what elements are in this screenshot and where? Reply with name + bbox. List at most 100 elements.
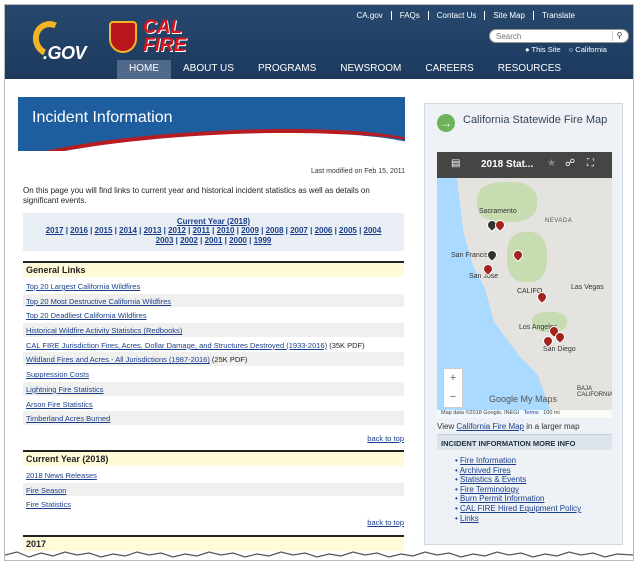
map-city-label: San Jose — [469, 273, 499, 280]
view-suffix: in a larger map — [524, 422, 580, 431]
year-link[interactable]: 2006 — [315, 226, 333, 235]
california-fire-map-link[interactable]: California Fire Map — [456, 422, 524, 431]
list-item: Historical Wildfire Activity Statistics … — [23, 323, 404, 338]
last-modified: Last modified on Feb 15, 2011 — [310, 168, 405, 175]
search-icon[interactable]: ⚲ — [612, 31, 626, 41]
util-link-cagov[interactable]: CA.gov — [349, 11, 392, 20]
torn-edge — [5, 551, 633, 560]
year-link[interactable]: 2015 — [95, 226, 113, 235]
more-info-heading: INCIDENT INFORMATION MORE INFO — [437, 434, 612, 450]
more-info-link[interactable]: Fire Terminology — [460, 485, 519, 494]
search-input[interactable] — [496, 32, 606, 41]
general-link[interactable]: Timberland Acres Burned — [26, 414, 110, 423]
year-link[interactable]: 2000 — [229, 236, 247, 245]
more-info-link[interactable]: CAL FIRE Hired Equipment Policy — [460, 504, 581, 513]
general-link[interactable]: Top 20 Deadliest California Wildfires — [26, 311, 146, 320]
year-links-row-2: 2003 | 2002 | 2001 | 2000 | 1999 — [23, 236, 404, 246]
fire-map[interactable]: ▤ 2018 Stat... ★ ☍ ⛶ NEVADA Sacramento S… — [437, 152, 612, 418]
year-link[interactable]: 2004 — [364, 226, 382, 235]
map-panel-icon[interactable]: ▤ — [451, 158, 460, 169]
sidebar-title[interactable]: California Statewide Fire Map — [463, 114, 613, 127]
current-year-links-list: 2018 News Releases Fire Season Fire Statis… — [23, 468, 404, 513]
nav-home[interactable]: HOME — [117, 60, 171, 79]
list-item: Wildland Fires and Acres - All Jurisdict… — [23, 352, 404, 368]
nav-about-us[interactable]: ABOUT US — [171, 60, 246, 79]
year-link[interactable]: 2002 — [180, 236, 198, 245]
nav-resources[interactable]: RESOURCES — [486, 60, 573, 79]
more-info-link[interactable]: Statistics & Events — [460, 475, 526, 484]
scope-california-label: California — [575, 45, 607, 54]
map-forest-area — [477, 182, 537, 222]
util-link-contact[interactable]: Contact Us — [429, 11, 486, 20]
arrow-right-icon[interactable]: → — [437, 114, 455, 132]
file-size-note: (35K PDF) — [327, 340, 365, 350]
list-item: CAL FIRE Jurisdiction Fires, Acres, Doll… — [23, 338, 404, 353]
year-link[interactable]: 2016 — [70, 226, 88, 235]
map-title: 2018 Stat... — [481, 159, 534, 170]
search-box: ⚲ — [489, 29, 629, 43]
more-info-link[interactable]: Links — [460, 514, 479, 523]
page-banner: Incident Information — [18, 97, 405, 151]
share-icon[interactable]: ☍ — [565, 158, 575, 169]
year-separator: | — [136, 226, 144, 235]
fullscreen-icon[interactable]: ⛶ — [587, 158, 594, 169]
year-link[interactable]: 2003 — [156, 236, 174, 245]
general-link[interactable]: Suppression Costs — [26, 370, 89, 379]
year-link[interactable]: 2017 — [46, 226, 64, 235]
ca-gov-logo[interactable]: .GOV — [27, 16, 101, 69]
current-year-link-item[interactable]: 2018 News Releases — [26, 471, 97, 480]
year-link[interactable]: 2012 — [168, 226, 186, 235]
map-city-label: Las Vegas — [571, 284, 604, 291]
current-year-heading: Current Year (2018) — [23, 450, 404, 466]
back-to-top-link-2[interactable]: back to top — [367, 518, 404, 527]
current-year-link[interactable]: Current Year (2018) — [177, 217, 250, 226]
list-item: 2018 News Releases — [23, 468, 404, 483]
view-prefix: View — [437, 422, 457, 431]
year-separator: | — [307, 226, 315, 235]
util-link-translate[interactable]: Translate — [534, 11, 583, 20]
general-link[interactable]: CAL FIRE Jurisdiction Fires, Acres, Doll… — [26, 341, 327, 350]
current-year-link-item[interactable]: Fire Season — [26, 486, 66, 495]
general-link[interactable]: Top 20 Largest California Wildfires — [26, 282, 140, 291]
year-link[interactable]: 2009 — [241, 226, 259, 235]
year-link[interactable]: 2001 — [205, 236, 223, 245]
year-link[interactable]: 2013 — [144, 226, 162, 235]
nav-programs[interactable]: PROGRAMS — [246, 60, 328, 79]
general-link[interactable]: Top 20 Most Destructive California Wildf… — [26, 297, 171, 306]
year-link[interactable]: 2011 — [193, 226, 210, 235]
star-icon[interactable]: ★ — [547, 158, 556, 169]
more-info-link[interactable]: Archived Fires — [460, 466, 511, 475]
cal-fire-logo[interactable]: CAL FIRE — [109, 18, 219, 63]
scope-this-site[interactable]: ● This Site — [525, 45, 561, 54]
map-zoom-control: + − — [443, 368, 463, 408]
year-link[interactable]: 2005 — [339, 226, 357, 235]
back-to-top-link-1[interactable]: back to top — [367, 434, 404, 443]
year-link[interactable]: 2010 — [217, 226, 235, 235]
util-link-sitemap[interactable]: Site Map — [485, 11, 534, 20]
zoom-in-icon[interactable]: + — [444, 369, 462, 388]
ca-gov-logo-text: .GOV — [43, 43, 87, 63]
more-info-link[interactable]: Fire Information — [460, 456, 516, 465]
nav-careers[interactable]: CAREERS — [413, 60, 485, 79]
more-info-item: Fire Terminology — [455, 485, 581, 495]
util-link-faqs[interactable]: FAQs — [392, 11, 429, 20]
map-terms-link[interactable]: Terms — [524, 410, 539, 416]
nav-newsroom[interactable]: NEWSROOM — [328, 60, 413, 79]
general-link[interactable]: Historical Wildfire Activity Statistics … — [26, 326, 182, 335]
general-link[interactable]: Lightning Fire Statistics — [26, 385, 104, 394]
scope-california[interactable]: ○ California — [569, 45, 607, 54]
zoom-out-icon[interactable]: − — [444, 388, 462, 407]
year-link[interactable]: 2014 — [119, 226, 137, 235]
more-info-item: Fire Information — [455, 456, 581, 466]
current-year-link-item[interactable]: Fire Statistics — [26, 500, 71, 509]
more-info-link[interactable]: Burn Permit Information — [460, 494, 544, 503]
year-link[interactable]: 2007 — [290, 226, 308, 235]
year-links-box: Current Year (2018) 2017 | 2016 | 2015 |… — [23, 213, 404, 251]
year-link[interactable]: 1999 — [254, 236, 272, 245]
general-link[interactable]: Wildland Fires and Acres - All Jurisdict… — [26, 355, 210, 364]
year-separator: | — [356, 226, 364, 235]
year-link[interactable]: 2008 — [266, 226, 284, 235]
general-link[interactable]: Arson Fire Statistics — [26, 400, 93, 409]
map-data-text: Map data ©2018 Google, INEGI — [441, 410, 520, 416]
list-item: Top 20 Most Destructive California Wildf… — [23, 293, 404, 309]
